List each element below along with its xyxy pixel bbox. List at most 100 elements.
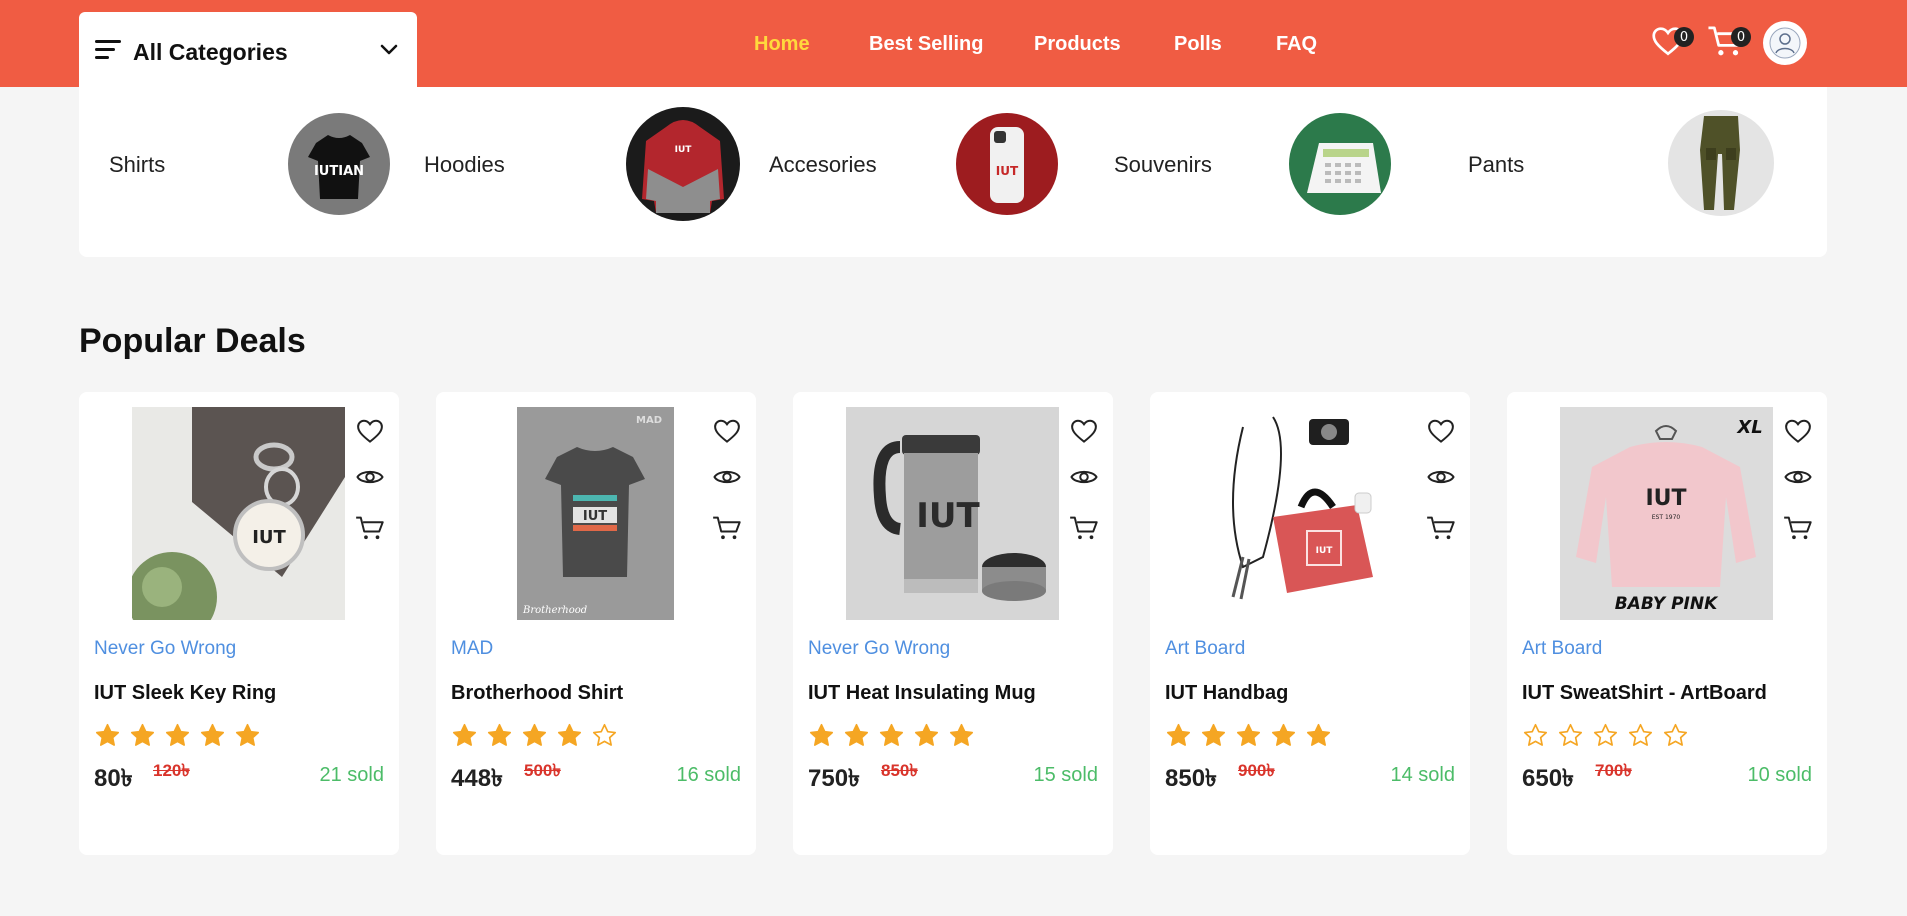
shop-link[interactable]: Art Board: [1522, 638, 1602, 660]
original-price: 850৳: [881, 761, 918, 780]
size-label-text: XL: [1736, 417, 1762, 438]
chevron-down-icon: [380, 44, 398, 54]
heart-icon[interactable]: [1069, 416, 1099, 446]
star-filled-icon: [914, 723, 939, 746]
top-navbar: All Categories Home Best Selling Product…: [0, 0, 1907, 87]
shop-link[interactable]: Never Go Wrong: [808, 638, 950, 660]
shop-link[interactable]: Never Go Wrong: [94, 638, 236, 660]
eye-icon[interactable]: [712, 462, 742, 492]
star-filled-icon: [1201, 723, 1226, 746]
star-filled-icon: [557, 723, 582, 746]
product-card: IUT Never Go Wrong IUT Heat Insulating M…: [793, 392, 1113, 855]
color-label-text: BABY PINK: [1615, 594, 1719, 614]
svg-text:IUT: IUT: [583, 509, 607, 524]
product-card: IUT EST 1970 XL BABY PINK Art Board IUT …: [1507, 392, 1827, 855]
category-name: Pants: [1468, 152, 1525, 177]
mad-logo-text: MAD: [636, 415, 662, 426]
svg-text:IUT: IUT: [996, 164, 1019, 178]
heart-icon[interactable]: [1426, 416, 1456, 446]
product-image[interactable]: IUT MAD Brotherhood: [517, 407, 674, 620]
star-filled-icon: [1166, 723, 1191, 746]
category-accesories[interactable]: Accesories IUT: [769, 87, 1099, 257]
product-price: 80৳: [94, 765, 133, 792]
product-image[interactable]: IUT: [132, 407, 345, 620]
pants-thumbnail: [1668, 110, 1774, 216]
svg-text:IUT: IUT: [252, 527, 286, 548]
product-card: IUT Never Go Wrong IUT Sleek Key Ring 80…: [79, 392, 399, 855]
star-filled-icon: [949, 723, 974, 746]
original-price: 500৳: [524, 761, 561, 780]
rating-stars: [808, 722, 975, 749]
category-name: Souvenirs: [1114, 152, 1212, 177]
product-image[interactable]: IUT EST 1970 XL BABY PINK: [1560, 407, 1773, 620]
svg-text:IUT: IUT: [1645, 486, 1686, 511]
nav-home[interactable]: Home: [754, 33, 810, 56]
sold-count: 21 sold: [319, 764, 385, 786]
product-name[interactable]: IUT Heat Insulating Mug: [808, 682, 1036, 705]
product-name[interactable]: Brotherhood Shirt: [451, 682, 623, 705]
hoodies-thumbnail: IUT: [626, 107, 740, 221]
sold-count: 10 sold: [1747, 764, 1813, 786]
all-categories-dropdown[interactable]: All Categories: [79, 12, 417, 87]
product-name[interactable]: IUT Handbag: [1165, 682, 1288, 705]
shop-link[interactable]: Art Board: [1165, 638, 1245, 660]
heart-icon[interactable]: [712, 416, 742, 446]
cart-button[interactable]: 0: [1707, 23, 1751, 63]
cart-icon[interactable]: [1426, 513, 1456, 543]
cart-icon[interactable]: [712, 513, 742, 543]
product-price: 650৳: [1522, 765, 1574, 792]
avatar-icon: [1769, 27, 1801, 59]
star-filled-icon: [1306, 723, 1331, 746]
product-image[interactable]: IUT: [1203, 407, 1416, 620]
product-image[interactable]: IUT: [846, 407, 1059, 620]
category-souvenirs[interactable]: Souvenirs: [1114, 87, 1444, 257]
eye-icon[interactable]: [1783, 462, 1813, 492]
product-price: 448৳: [451, 765, 503, 792]
svg-text:IUT: IUT: [675, 145, 693, 155]
star-filled-icon: [809, 723, 834, 746]
category-name: Accesories: [769, 152, 877, 177]
star-empty-icon: [1523, 723, 1548, 746]
eye-icon[interactable]: [1426, 462, 1456, 492]
category-shirts[interactable]: Shirts IUTIAN: [79, 87, 409, 257]
rating-stars: [451, 722, 618, 749]
user-avatar[interactable]: [1763, 21, 1807, 65]
popular-deals-title: Popular Deals: [79, 322, 306, 360]
eye-icon[interactable]: [355, 462, 385, 492]
original-price: 700৳: [1595, 761, 1632, 780]
nav-best-selling[interactable]: Best Selling: [869, 33, 983, 56]
heart-icon[interactable]: [1783, 416, 1813, 446]
star-filled-icon: [130, 723, 155, 746]
wishlist-button[interactable]: 0: [1650, 23, 1694, 63]
star-filled-icon: [487, 723, 512, 746]
star-filled-icon: [879, 723, 904, 746]
product-card: IUT Art Board IUT Handbag 850৳ 900৳ 14 s…: [1150, 392, 1470, 855]
star-empty-icon: [1628, 723, 1653, 746]
shop-link[interactable]: MAD: [451, 638, 493, 660]
eye-icon[interactable]: [1069, 462, 1099, 492]
original-price: 120৳: [153, 761, 190, 780]
star-filled-icon: [165, 723, 190, 746]
cart-icon[interactable]: [1069, 513, 1099, 543]
product-name[interactable]: IUT Sleek Key Ring: [94, 682, 276, 705]
wishlist-count-badge: 0: [1674, 27, 1694, 47]
all-categories-label: All Categories: [133, 39, 288, 65]
star-filled-icon: [235, 723, 260, 746]
category-pants[interactable]: Pants: [1459, 87, 1827, 257]
category-strip: Shirts IUTIAN Hoodies IUT Accesories IUT: [79, 87, 1827, 257]
nav-faq[interactable]: FAQ: [1276, 33, 1317, 56]
nav-polls[interactable]: Polls: [1174, 33, 1222, 56]
sold-count: 14 sold: [1390, 764, 1456, 786]
sold-count: 16 sold: [676, 764, 742, 786]
cart-icon[interactable]: [1783, 513, 1813, 543]
category-hoodies[interactable]: Hoodies IUT: [424, 87, 754, 257]
nav-products[interactable]: Products: [1034, 33, 1121, 56]
heart-icon[interactable]: [355, 416, 385, 446]
product-name[interactable]: IUT SweatShirt - ArtBoard: [1522, 682, 1767, 705]
souvenirs-thumbnail: [1289, 113, 1391, 215]
star-filled-icon: [1271, 723, 1296, 746]
star-empty-icon: [592, 723, 617, 746]
original-price: 900৳: [1238, 761, 1275, 780]
cart-icon[interactable]: [355, 513, 385, 543]
product-price: 850৳: [1165, 765, 1217, 792]
